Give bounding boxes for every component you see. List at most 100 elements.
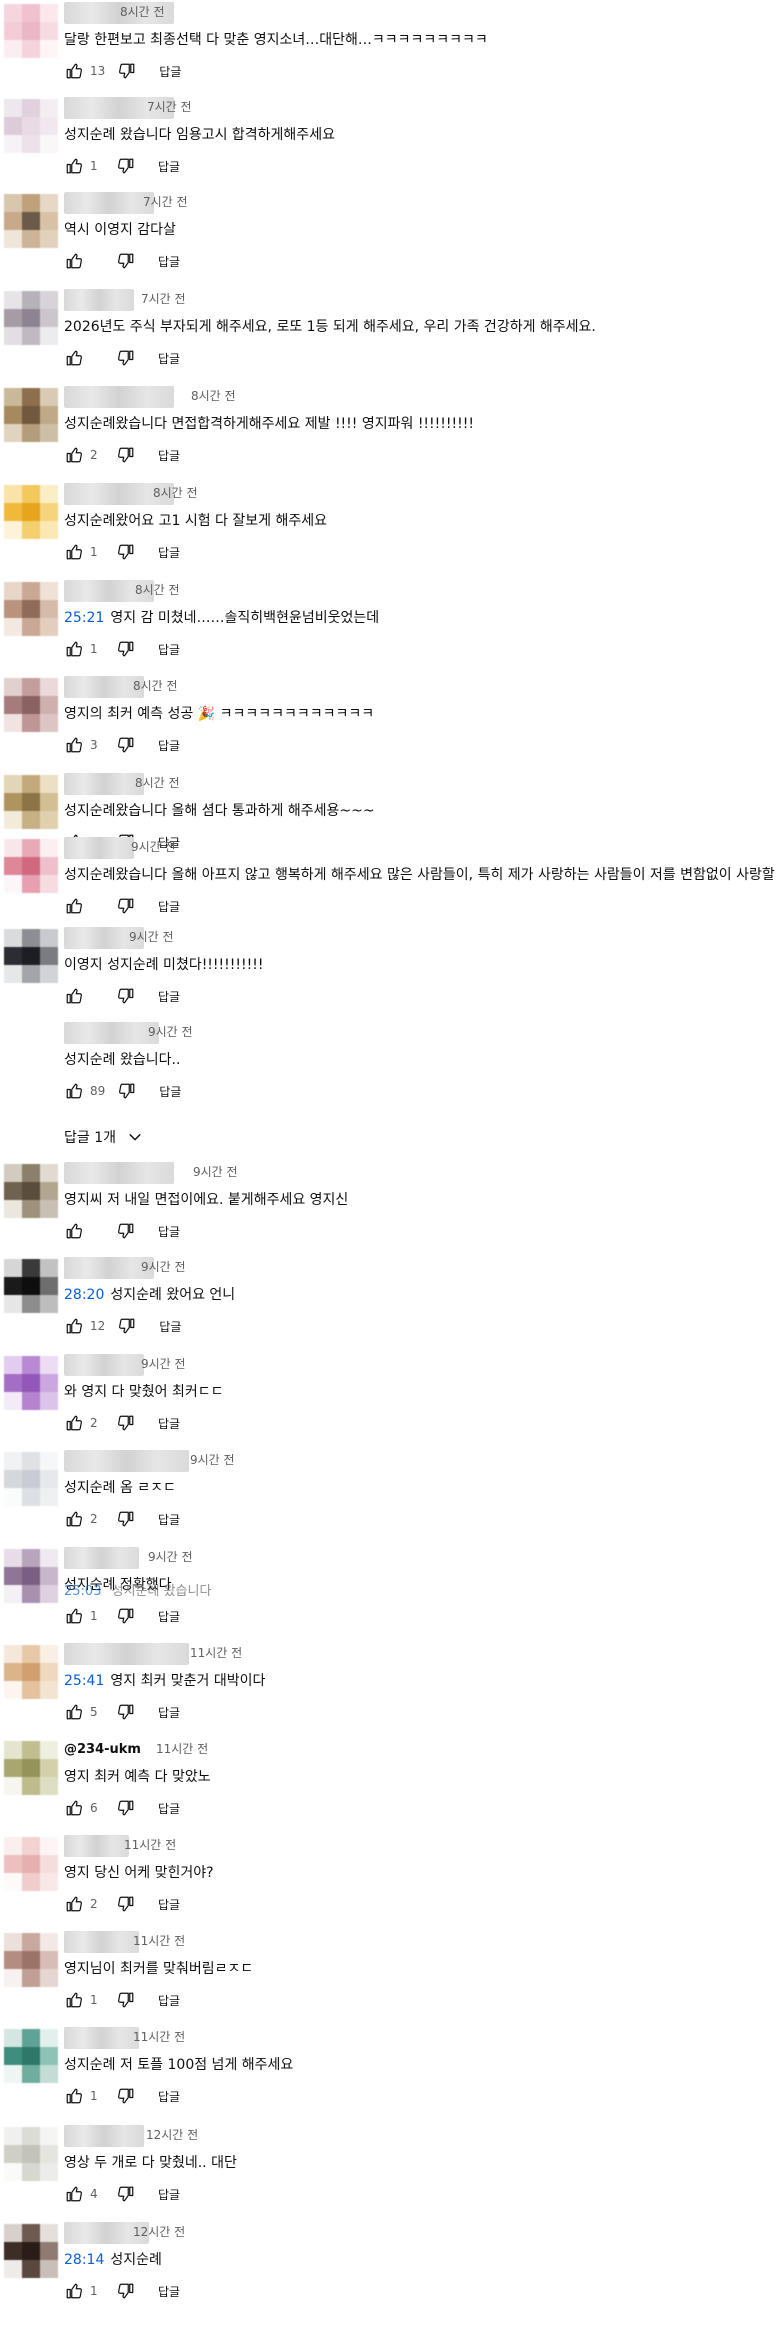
comment-time[interactable]: 9시간 전 bbox=[131, 839, 176, 855]
reply-button[interactable]: 답글 bbox=[158, 1223, 180, 1240]
thumbs-down-icon[interactable] bbox=[116, 896, 136, 916]
author-name-redacted[interactable] bbox=[64, 1547, 139, 1569]
author-name-redacted[interactable] bbox=[64, 676, 144, 698]
avatar[interactable] bbox=[4, 1164, 58, 1218]
author-name[interactable]: @234-ukm bbox=[64, 1739, 141, 1761]
comment-time[interactable]: 11시간 전 bbox=[156, 1741, 208, 1757]
reply-button[interactable]: 답글 bbox=[159, 1318, 181, 1335]
thumbs-down-icon[interactable] bbox=[116, 2281, 136, 2301]
thumbs-up-icon[interactable] bbox=[64, 251, 84, 271]
avatar[interactable] bbox=[4, 2029, 58, 2083]
avatar[interactable] bbox=[4, 678, 58, 732]
reply-button[interactable]: 답글 bbox=[158, 544, 180, 561]
comment-time[interactable]: 12시간 전 bbox=[133, 2224, 185, 2240]
thumbs-up-icon[interactable] bbox=[64, 1221, 84, 1241]
thumbs-up-icon[interactable] bbox=[64, 2086, 84, 2106]
thumbs-up-icon[interactable] bbox=[64, 2281, 84, 2301]
author-name-redacted[interactable] bbox=[64, 1643, 189, 1665]
author-name-redacted[interactable] bbox=[64, 1931, 139, 1953]
avatar[interactable] bbox=[4, 2127, 58, 2181]
video-timestamp-link[interactable]: 25:21 bbox=[64, 610, 104, 626]
comment-time[interactable]: 9시간 전 bbox=[148, 1549, 193, 1565]
author-name-redacted[interactable] bbox=[64, 386, 174, 408]
reply-button[interactable]: 답글 bbox=[158, 253, 180, 270]
thumbs-down-icon[interactable] bbox=[116, 2086, 136, 2106]
thumbs-down-icon[interactable] bbox=[116, 986, 136, 1006]
avatar[interactable] bbox=[4, 2224, 58, 2278]
thumbs-down-icon[interactable] bbox=[116, 2184, 136, 2204]
thumbs-down-icon[interactable] bbox=[116, 156, 136, 176]
thumbs-down-icon[interactable] bbox=[117, 1081, 137, 1101]
comment-time[interactable]: 11시간 전 bbox=[133, 2029, 185, 2045]
reply-button[interactable]: 답글 bbox=[158, 1992, 180, 2009]
avatar[interactable] bbox=[4, 1549, 58, 1603]
thumbs-down-icon[interactable] bbox=[116, 735, 136, 755]
comment-time[interactable]: 8시간 전 bbox=[135, 582, 180, 598]
thumbs-up-icon[interactable] bbox=[64, 61, 84, 81]
thumbs-down-icon[interactable] bbox=[116, 348, 136, 368]
comment-time[interactable]: 11시간 전 bbox=[124, 1837, 176, 1853]
avatar[interactable] bbox=[4, 839, 58, 893]
avatar[interactable] bbox=[4, 1837, 58, 1891]
comment-time[interactable]: 9시간 전 bbox=[141, 1356, 186, 1372]
thumbs-up-icon[interactable] bbox=[64, 348, 84, 368]
comment-time[interactable]: 8시간 전 bbox=[133, 678, 178, 694]
reply-button[interactable]: 답글 bbox=[158, 1896, 180, 1913]
thumbs-down-icon[interactable] bbox=[116, 1606, 136, 1626]
author-name-redacted[interactable] bbox=[64, 2125, 144, 2147]
comment-time[interactable]: 8시간 전 bbox=[120, 4, 165, 20]
avatar[interactable] bbox=[4, 1933, 58, 1987]
author-name-redacted[interactable] bbox=[64, 1354, 144, 1376]
thumbs-up-icon[interactable] bbox=[64, 542, 84, 562]
author-name-redacted[interactable] bbox=[64, 1162, 174, 1184]
comment-time[interactable]: 11시간 전 bbox=[133, 1933, 185, 1949]
thumbs-up-icon[interactable] bbox=[64, 156, 84, 176]
thumbs-down-icon[interactable] bbox=[116, 251, 136, 271]
avatar[interactable] bbox=[4, 1356, 58, 1410]
avatar[interactable] bbox=[4, 194, 58, 248]
author-name-redacted[interactable] bbox=[64, 2027, 139, 2049]
reply-button[interactable]: 답글 bbox=[158, 988, 180, 1005]
thumbs-down-icon[interactable] bbox=[116, 1798, 136, 1818]
comment-time[interactable]: 7시간 전 bbox=[143, 194, 188, 210]
comment-time[interactable]: 9시간 전 bbox=[148, 1024, 193, 1040]
thumbs-up-icon[interactable] bbox=[64, 735, 84, 755]
reply-button[interactable]: 답글 bbox=[158, 1800, 180, 1817]
reply-button[interactable]: 답글 bbox=[158, 350, 180, 367]
reply-button[interactable]: 답글 bbox=[158, 641, 180, 658]
avatar[interactable] bbox=[4, 291, 58, 345]
thumbs-up-icon[interactable] bbox=[64, 639, 84, 659]
thumbs-down-icon[interactable] bbox=[116, 1894, 136, 1914]
thumbs-up-icon[interactable] bbox=[64, 2184, 84, 2204]
avatar[interactable] bbox=[4, 929, 58, 983]
thumbs-up-icon[interactable] bbox=[64, 1081, 84, 1101]
avatar[interactable] bbox=[4, 485, 58, 539]
reply-button[interactable]: 답글 bbox=[158, 447, 180, 464]
comment-time[interactable]: 8시간 전 bbox=[191, 388, 236, 404]
reply-button[interactable]: 답글 bbox=[158, 737, 180, 754]
author-name-redacted[interactable] bbox=[64, 837, 134, 859]
replies-toggle-button[interactable]: 답글 1개 bbox=[64, 1127, 144, 1147]
thumbs-down-icon[interactable] bbox=[116, 1413, 136, 1433]
comment-time[interactable]: 9시간 전 bbox=[190, 1452, 235, 1468]
comment-time[interactable]: 9시간 전 bbox=[193, 1164, 238, 1180]
author-name-redacted[interactable] bbox=[64, 1022, 159, 1044]
reply-button[interactable]: 답글 bbox=[159, 1083, 181, 1100]
avatar[interactable] bbox=[4, 1452, 58, 1506]
thumbs-up-icon[interactable] bbox=[64, 986, 84, 1006]
thumbs-down-icon[interactable] bbox=[116, 445, 136, 465]
thumbs-up-icon[interactable] bbox=[64, 1413, 84, 1433]
avatar[interactable] bbox=[4, 4, 58, 58]
thumbs-up-icon[interactable] bbox=[64, 896, 84, 916]
video-timestamp-link[interactable]: 28:20 bbox=[64, 1287, 104, 1303]
avatar[interactable] bbox=[4, 99, 58, 153]
reply-button[interactable]: 답글 bbox=[158, 158, 180, 175]
thumbs-down-icon[interactable] bbox=[116, 1990, 136, 2010]
avatar[interactable] bbox=[4, 1259, 58, 1313]
author-name-redacted[interactable] bbox=[64, 289, 134, 311]
thumbs-down-icon[interactable] bbox=[116, 639, 136, 659]
reply-button[interactable]: 답글 bbox=[158, 2283, 180, 2300]
comment-time[interactable]: 7시간 전 bbox=[141, 291, 186, 307]
reply-button[interactable]: 답글 bbox=[158, 1704, 180, 1721]
comment-time[interactable]: 8시간 전 bbox=[153, 485, 198, 501]
